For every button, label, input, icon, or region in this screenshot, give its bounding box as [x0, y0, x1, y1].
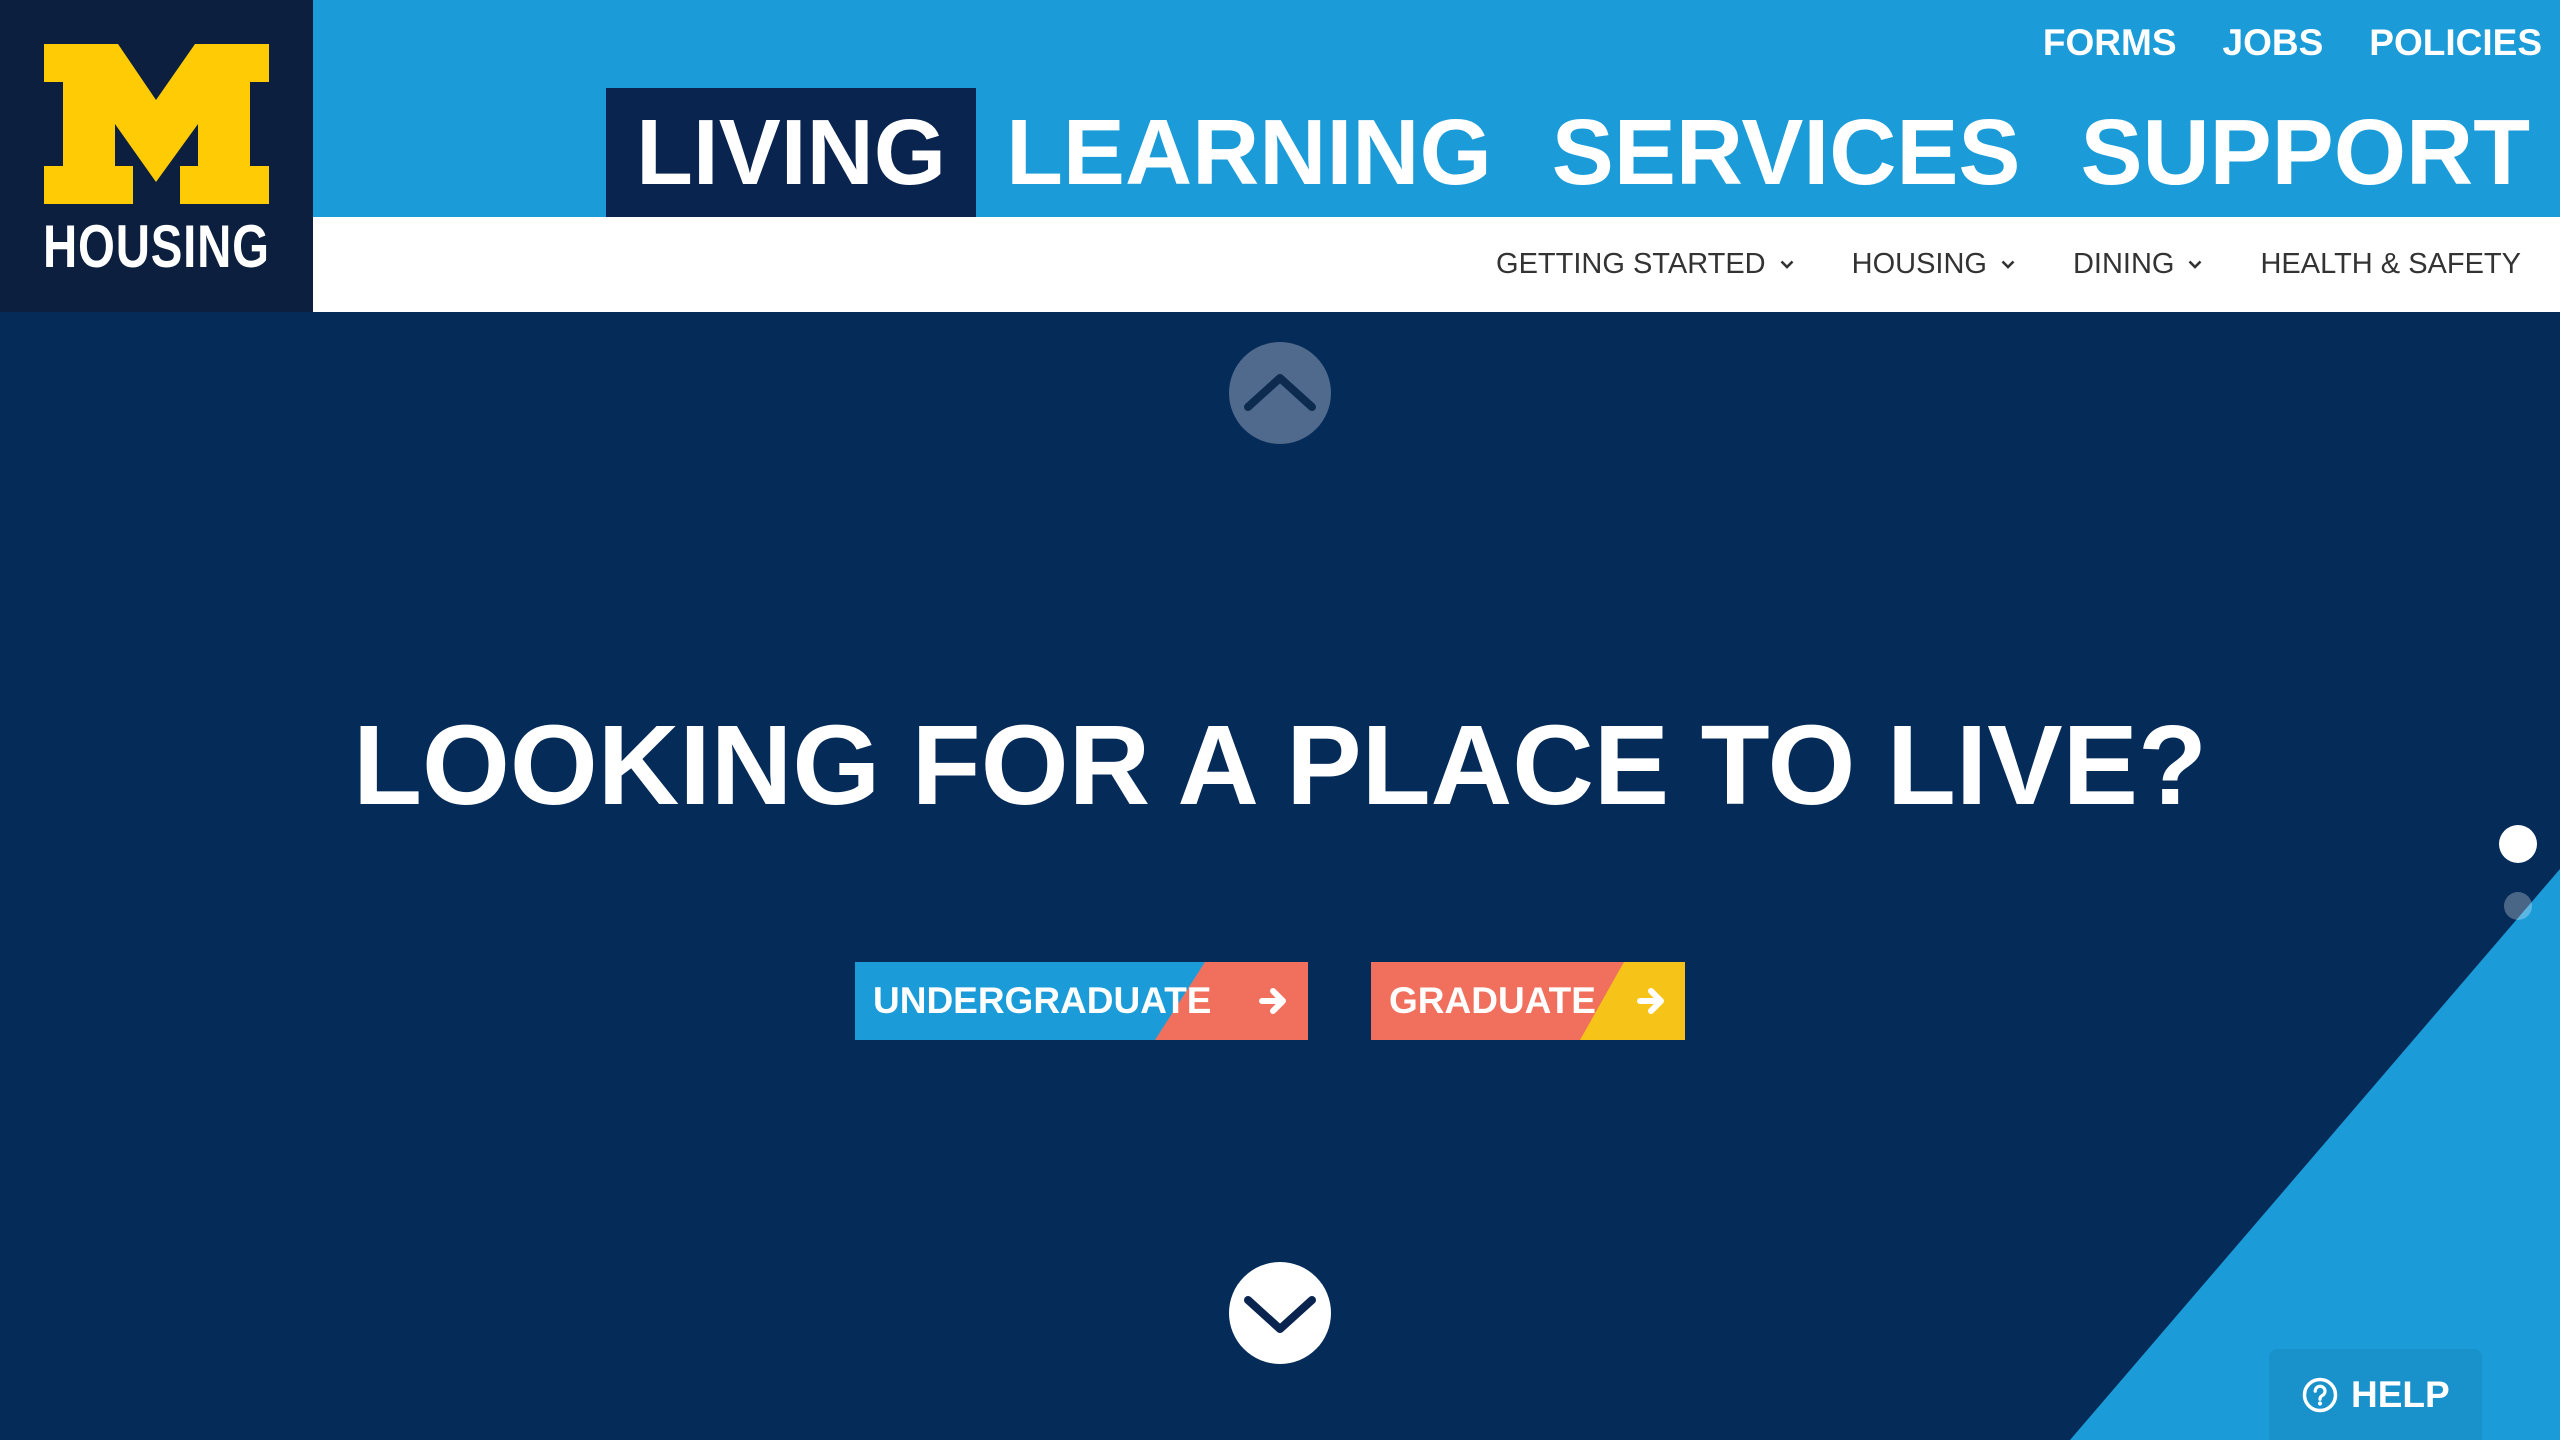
chevron-down-icon — [1780, 260, 1794, 269]
utility-link-forms[interactable]: FORMS — [2043, 18, 2177, 68]
nav-living[interactable]: LIVING — [606, 88, 977, 217]
question-circle-icon — [2302, 1377, 2338, 1412]
nav-services[interactable]: SERVICES — [1522, 88, 2051, 217]
subnav-item-label: DINING — [2072, 248, 2175, 280]
block-m-logo — [44, 44, 269, 204]
chevron-down-icon — [2001, 260, 2015, 269]
home-logo-link[interactable]: HOUSING — [0, 0, 313, 312]
nav-support[interactable]: SUPPORT — [2050, 88, 2560, 217]
hero-headline: LOOKING FOR A PLACE TO LIVE? — [352, 702, 2208, 828]
scroll-down-button[interactable] — [1229, 1262, 1331, 1364]
scroll-up-button[interactable] — [1229, 342, 1331, 444]
arrow-right-icon — [1637, 988, 1664, 1014]
top-nav-bar: FORMS JOBS POLICIES LIVING LEARNING SERV… — [313, 0, 2560, 217]
utility-link-policies[interactable]: POLICIES — [2369, 18, 2542, 68]
help-button[interactable]: HELP — [2269, 1349, 2482, 1440]
help-label: HELP — [2351, 1373, 2450, 1415]
undergraduate-button[interactable]: UNDERGRADUATE — [855, 962, 1308, 1040]
subnav-item-housing[interactable]: HOUSING — [1852, 248, 2015, 281]
carousel-dot-active[interactable] — [2499, 825, 2537, 863]
chevron-down-icon — [2189, 260, 2202, 269]
subnav-item-getting-started[interactable]: GETTING STARTED — [1496, 248, 1794, 281]
utility-nav: FORMS JOBS POLICIES — [2043, 18, 2542, 68]
utility-link-jobs[interactable]: JOBS — [2223, 18, 2324, 68]
subnav-item-dining[interactable]: DINING — [2073, 248, 2203, 281]
nav-learning[interactable]: LEARNING — [976, 88, 1522, 217]
graduate-button[interactable]: GRADUATE — [1371, 962, 1685, 1040]
subnav-item-label: HEALTH & SAFETY — [2260, 248, 2521, 280]
subnav-item-label: GETTING STARTED — [1496, 248, 1766, 280]
logo-wordmark: HOUSING — [43, 213, 270, 280]
arrow-right-icon — [1259, 988, 1286, 1014]
button-label: GRADUATE — [1389, 980, 1596, 1021]
sub-nav: GETTING STARTED HOUSING DINING HEALTH & … — [313, 217, 2560, 312]
subnav-item-label: HOUSING — [1851, 248, 1987, 280]
subnav-item-health-safety[interactable]: HEALTH & SAFETY — [2260, 248, 2521, 281]
button-label: UNDERGRADUATE — [873, 980, 1212, 1021]
carousel-dot[interactable] — [2504, 892, 2532, 920]
main-nav: LIVING LEARNING SERVICES SUPPORT — [606, 88, 2560, 217]
